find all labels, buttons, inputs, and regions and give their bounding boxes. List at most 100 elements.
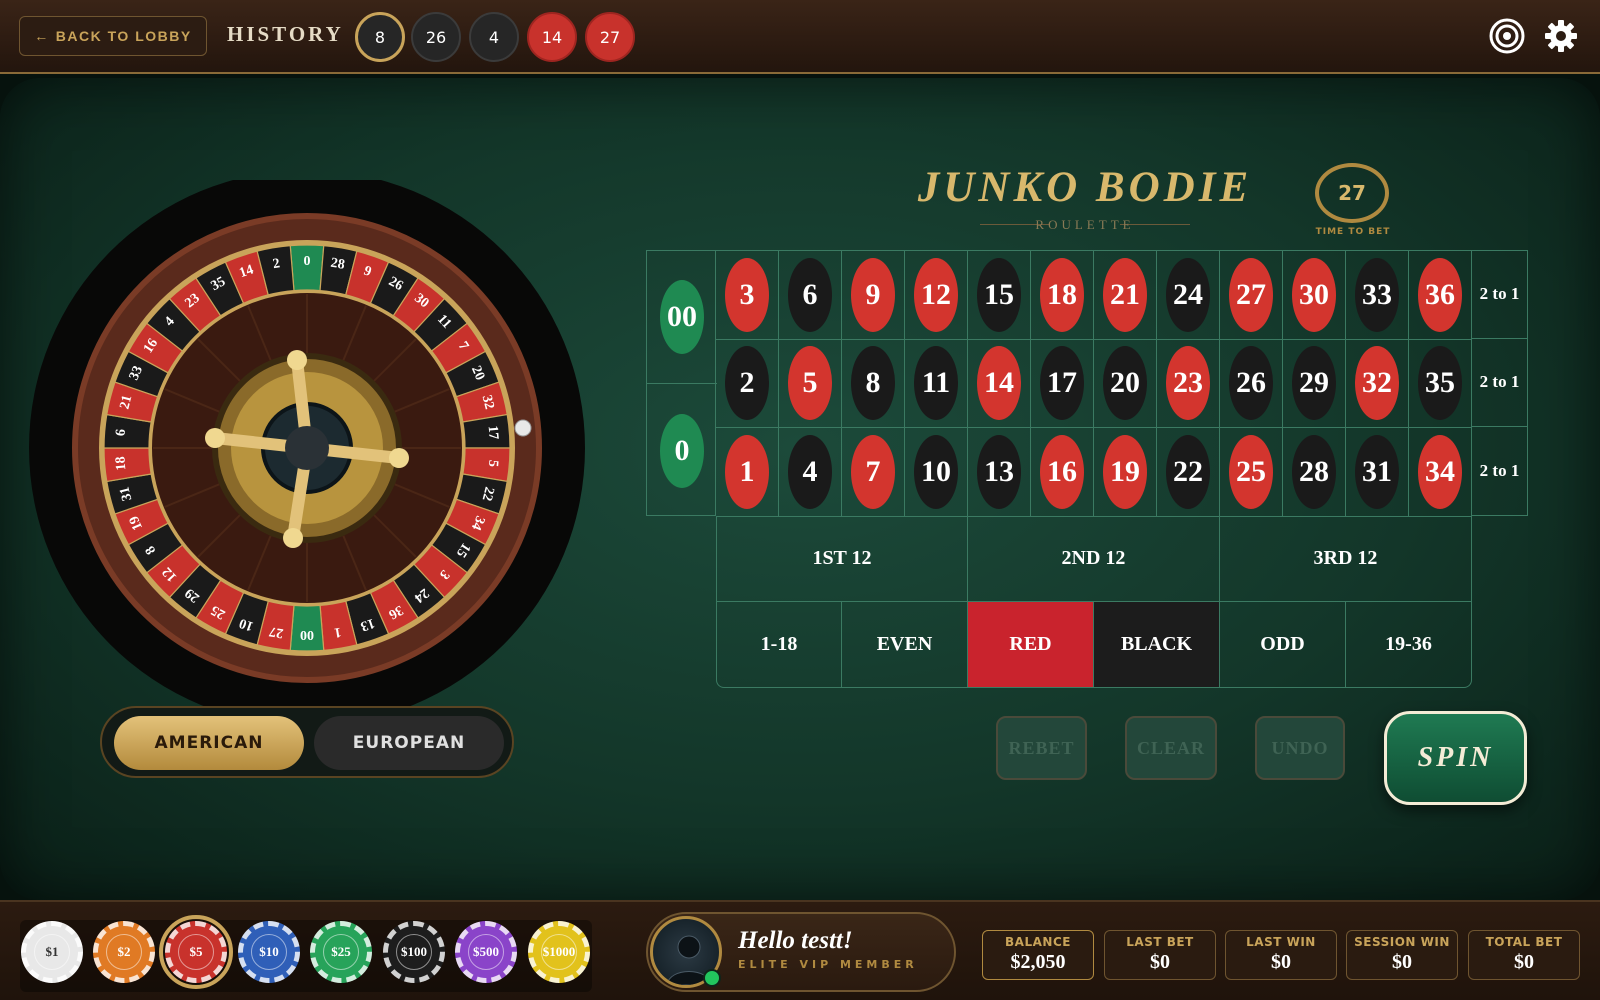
bet-number-cell[interactable]: 5 (779, 339, 842, 429)
number-14: 14 (977, 346, 1021, 421)
bet-number-cell[interactable]: 15 (968, 251, 1031, 340)
chip-10-dollar[interactable]: $10 (238, 921, 300, 983)
number-5: 5 (788, 346, 832, 421)
bet-number-cell[interactable]: 10 (905, 428, 968, 517)
bet-number-cell[interactable]: 23 (1157, 339, 1220, 429)
number-17: 17 (1040, 346, 1084, 421)
target-icon[interactable] (1487, 16, 1527, 56)
number-35: 35 (1418, 346, 1462, 421)
chip-100-dollar[interactable]: $100 (383, 921, 445, 983)
number-22: 22 (1166, 434, 1210, 509)
bet-number-cell[interactable]: 34 (1409, 428, 1472, 517)
history-number: 8 (355, 12, 405, 62)
bet-number-cell[interactable]: 7 (842, 428, 905, 517)
chip-label: $100 (396, 934, 432, 970)
high-bet[interactable]: 19-36 (1346, 602, 1472, 688)
bet-number-cell[interactable]: 24 (1157, 251, 1220, 340)
bet-timer: 27 (1315, 163, 1389, 223)
bet-number-cell[interactable]: 29 (1283, 339, 1346, 429)
rebet-button[interactable]: REBET (996, 716, 1087, 780)
chip-1000-dollar[interactable]: $1000 (528, 921, 590, 983)
bet-number-cell[interactable]: 17 (1031, 339, 1094, 429)
number-10: 10 (914, 434, 958, 509)
bet-number-cell[interactable]: 9 (842, 251, 905, 340)
player-greeting: Hello testt! (738, 927, 853, 954)
column-bet-middle[interactable]: 2 to 1 (1472, 338, 1528, 428)
bet-0[interactable]: 0 (647, 384, 717, 517)
number-29: 29 (1292, 346, 1336, 421)
bet-number-cell[interactable]: 11 (905, 339, 968, 429)
clear-button[interactable]: CLEAR (1125, 716, 1217, 780)
european-button[interactable]: EUROPEAN (314, 716, 504, 770)
wheel-number: 0 (304, 254, 311, 269)
stat-label: TOTAL BET (1485, 935, 1563, 949)
bet-number-cell[interactable]: 28 (1283, 428, 1346, 517)
bet-number-cell[interactable]: 14 (968, 339, 1031, 429)
gear-icon[interactable] (1541, 16, 1581, 56)
bet-number-cell[interactable]: 27 (1220, 251, 1283, 340)
chip-label: $1000 (541, 934, 577, 970)
bet-number-cell[interactable]: 30 (1283, 251, 1346, 340)
bet-number-cell[interactable]: 31 (1346, 428, 1409, 517)
chip-label: $2 (106, 934, 142, 970)
bet-number-cell[interactable]: 12 (905, 251, 968, 340)
wheel-number: 18 (113, 456, 129, 471)
bet-number-cell[interactable]: 2 (716, 339, 779, 429)
bet-number-cell[interactable]: 8 (842, 339, 905, 429)
bet-number-cell[interactable]: 25 (1220, 428, 1283, 517)
number-25: 25 (1229, 434, 1273, 509)
bet-number-cell[interactable]: 32 (1346, 339, 1409, 429)
bet-number-cell[interactable]: 36 (1409, 251, 1472, 340)
variant-toggle: AMERICAN EUROPEAN (100, 706, 514, 778)
stat-label: BALANCE (1005, 935, 1071, 949)
number-20: 20 (1103, 346, 1147, 421)
chip-1-dollar[interactable]: $1 (21, 921, 83, 983)
chip-label: $5 (178, 934, 214, 970)
bet-number-cell[interactable]: 33 (1346, 251, 1409, 340)
number-7: 7 (851, 434, 895, 509)
bet-number-cell[interactable]: 20 (1094, 339, 1157, 429)
black-bet[interactable]: BLACK (1094, 602, 1220, 688)
history-number: 26 (411, 12, 461, 62)
even-bet[interactable]: EVEN (842, 602, 968, 688)
bet-number-cell[interactable]: 13 (968, 428, 1031, 517)
bet-number-cell[interactable]: 6 (779, 251, 842, 340)
bet-number-cell[interactable]: 19 (1094, 428, 1157, 517)
first-dozen-bet[interactable]: 1ST 12 (716, 516, 968, 602)
history-number: 4 (469, 12, 519, 62)
low-bet[interactable]: 1-18 (716, 602, 842, 688)
back-to-lobby-button[interactable]: ← BACK TO LOBBY (19, 16, 207, 56)
bet-number-cell[interactable]: 35 (1409, 339, 1472, 429)
red-bet[interactable]: RED (968, 602, 1094, 688)
chip-2-dollar[interactable]: $2 (93, 921, 155, 983)
chip-label: $1 (34, 934, 70, 970)
bet-00[interactable]: 00 (647, 251, 717, 384)
number-32: 32 (1355, 346, 1399, 421)
american-button[interactable]: AMERICAN (114, 716, 304, 770)
odd-bet[interactable]: ODD (1220, 602, 1346, 688)
bet-number-cell[interactable]: 22 (1157, 428, 1220, 517)
number-23: 23 (1166, 346, 1210, 421)
bet-number-cell[interactable]: 18 (1031, 251, 1094, 340)
bet-number-cell[interactable]: 4 (779, 428, 842, 517)
bet-number-cell[interactable]: 3 (716, 251, 779, 340)
bet-number-cell[interactable]: 16 (1031, 428, 1094, 517)
chip-5-dollar[interactable]: $5 (159, 915, 233, 989)
third-dozen-bet[interactable]: 3RD 12 (1220, 516, 1472, 602)
bet-number-cell[interactable]: 21 (1094, 251, 1157, 340)
second-dozen-bet[interactable]: 2ND 12 (968, 516, 1220, 602)
bet-number-cell[interactable]: 1 (716, 428, 779, 517)
column-bet-bottom[interactable]: 2 to 1 (1472, 427, 1528, 516)
column-bet-top[interactable]: 2 to 1 (1472, 250, 1528, 339)
chip-500-dollar[interactable]: $500 (455, 921, 517, 983)
bet-number-cell[interactable]: 26 (1220, 339, 1283, 429)
stat-last-bet: LAST BET $0 (1104, 930, 1216, 980)
number-00: 00 (660, 280, 704, 354)
wheel-number: 6 (114, 429, 130, 437)
number-1: 1 (725, 434, 769, 509)
chip-25-dollar[interactable]: $25 (310, 921, 372, 983)
spin-button[interactable]: SPIN (1384, 711, 1527, 805)
turret-knob (205, 428, 225, 448)
undo-button[interactable]: UNDO (1255, 716, 1345, 780)
turret-knob (283, 528, 303, 548)
